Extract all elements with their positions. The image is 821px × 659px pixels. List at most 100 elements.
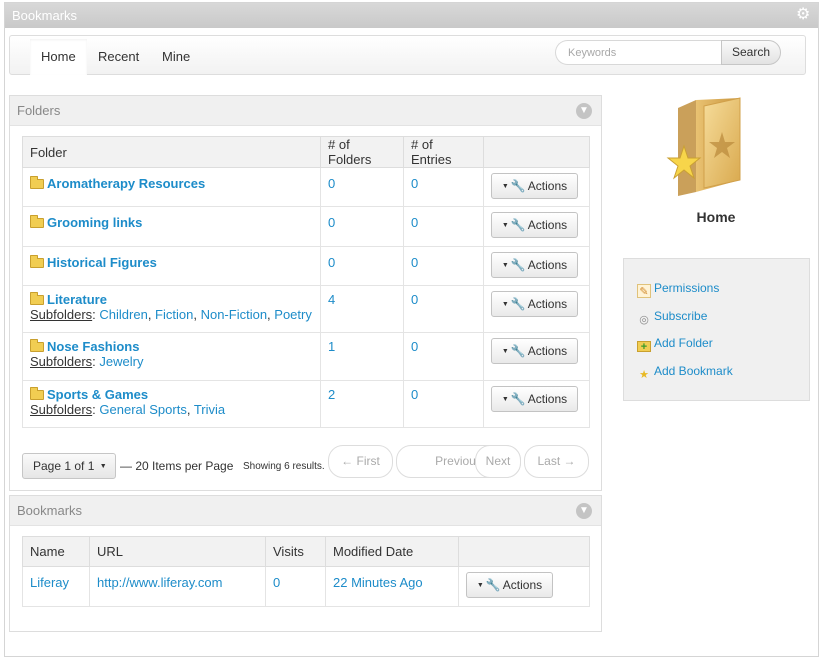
wrench-icon: 🔧 xyxy=(510,344,526,358)
folder-link[interactable]: Aromatherapy Resources xyxy=(47,176,205,191)
folders-count-link[interactable]: 1 xyxy=(328,339,335,354)
folder-cell: Nose Fashions Subfolders: Jewelry xyxy=(22,332,321,381)
folders-count-link[interactable]: 4 xyxy=(328,292,335,307)
folders-count-link[interactable]: 0 xyxy=(328,255,335,270)
subfolder-link[interactable]: Jewelry xyxy=(99,354,143,369)
folders-count-cell: 4 xyxy=(320,285,404,333)
entries-count-link[interactable]: 0 xyxy=(411,339,418,354)
permissions-link[interactable]: ✎ Permissions xyxy=(637,281,719,298)
actions-button[interactable]: ▼ 🔧 Actions xyxy=(491,291,578,317)
subfolders-label: Subfolders xyxy=(30,307,93,322)
subfolder-link[interactable]: Children xyxy=(99,307,147,322)
folders-count-cell: 0 xyxy=(320,246,404,286)
column-header-num-folders: # of Folders xyxy=(320,136,404,168)
tab-mine[interactable]: Mine xyxy=(151,39,201,75)
actions-label: Actions xyxy=(527,392,568,406)
search-button[interactable]: Search xyxy=(721,40,781,65)
chevron-down-icon[interactable]: ▼ xyxy=(576,503,592,519)
subfolder-link[interactable]: Poetry xyxy=(274,307,312,322)
search-input[interactable] xyxy=(555,40,722,65)
subfolder-separator: , xyxy=(186,402,194,417)
bookmark-name-link[interactable]: Liferay xyxy=(30,575,69,590)
portlet-title: Bookmarks xyxy=(12,8,78,23)
entries-count-link[interactable]: 0 xyxy=(411,255,418,270)
caret-down-icon: ▼ xyxy=(501,222,509,229)
folder-link[interactable]: Grooming links xyxy=(47,215,142,230)
subfolders-label: Subfolders xyxy=(30,402,93,417)
entries-count-cell: 0 xyxy=(403,380,484,428)
folder-link[interactable]: Sports & Games xyxy=(47,387,148,402)
actions-label: Actions xyxy=(527,258,568,272)
bookmark-name-cell: Liferay xyxy=(22,566,90,607)
folder-icon xyxy=(30,255,44,268)
folders-count-link[interactable]: 0 xyxy=(328,215,335,230)
folders-count-link[interactable]: 2 xyxy=(328,387,335,402)
actions-label: Actions xyxy=(502,578,543,592)
wrench-icon: 🔧 xyxy=(510,258,526,272)
actions-button[interactable]: ▼ 🔧 Actions xyxy=(466,572,553,598)
add-bookmark-icon: ★ xyxy=(639,369,649,381)
entries-count-link[interactable]: 0 xyxy=(411,215,418,230)
bookmarks-panel-header[interactable]: Bookmarks ▼ xyxy=(10,496,601,526)
folder-link[interactable]: Literature xyxy=(47,292,107,307)
wrench-icon: 🔧 xyxy=(510,179,526,193)
folder-link[interactable]: Historical Figures xyxy=(47,255,157,270)
tab-home[interactable]: Home xyxy=(30,39,87,75)
table-row: Literature Subfolders: Children, Fiction… xyxy=(22,285,590,333)
actions-button[interactable]: ▼ 🔧 Actions xyxy=(491,212,578,238)
entries-count-link[interactable]: 0 xyxy=(411,176,418,191)
gear-icon[interactable]: ⚙ xyxy=(796,7,812,23)
actions-button[interactable]: ▼ 🔧 Actions xyxy=(491,386,578,412)
caret-down-icon: ▼ xyxy=(501,396,509,403)
folder-star-icon xyxy=(666,97,741,196)
sidebar-actions: ✎ Permissions ◎ Subscribe + Add Folder ★ Add… xyxy=(623,258,810,401)
caret-down-icon: ▼ xyxy=(501,262,509,269)
entries-count-cell: 0 xyxy=(403,206,484,247)
folder-link[interactable]: Nose Fashions xyxy=(47,339,139,354)
actions-button[interactable]: ▼ 🔧 Actions xyxy=(491,338,578,364)
last-page-button[interactable]: Last → xyxy=(524,445,589,478)
folders-count-cell: 0 xyxy=(320,206,404,247)
folders-panel-header[interactable]: Folders ▼ xyxy=(10,96,601,126)
add-bookmark-link[interactable]: ★ Add Bookmark xyxy=(637,364,733,382)
column-header-url: URL xyxy=(89,536,266,567)
permissions-label: Permissions xyxy=(654,281,720,295)
folders-panel: Folders ▼ Folder # of Folders # of Entri… xyxy=(9,95,602,491)
portlet-titlebar: Bookmarks ⚙ xyxy=(5,3,818,28)
page-selector[interactable]: Page 1 of 1 ▼ xyxy=(22,453,116,479)
subfolder-link[interactable]: General Sports xyxy=(99,402,186,417)
subscribe-link[interactable]: ◎ Subscribe xyxy=(637,309,707,327)
bookmark-url-cell: http://www.liferay.com xyxy=(89,566,266,607)
wrench-icon: 🔧 xyxy=(510,392,526,406)
bookmark-visits-link[interactable]: 0 xyxy=(273,575,280,590)
bookmark-url-link[interactable]: http://www.liferay.com xyxy=(97,575,222,590)
folder-cell: Aromatherapy Resources xyxy=(22,167,321,207)
permissions-icon: ✎ xyxy=(637,284,651,298)
actions-button[interactable]: ▼ 🔧 Actions xyxy=(491,173,578,199)
folders-count-link[interactable]: 0 xyxy=(328,176,335,191)
folders-count-cell: 1 xyxy=(320,332,404,381)
add-folder-label: Add Folder xyxy=(654,336,713,350)
folder-icon xyxy=(30,292,44,305)
first-page-button[interactable]: ← First xyxy=(328,445,393,478)
subfolder-link[interactable]: Fiction xyxy=(155,307,193,322)
bookmark-modified-link[interactable]: 22 Minutes Ago xyxy=(333,575,423,590)
wrench-icon: 🔧 xyxy=(510,297,526,311)
actions-cell: ▼ 🔧 Actions xyxy=(483,332,590,381)
table-row: Sports & Games Subfolders: General Sport… xyxy=(22,380,590,428)
next-page-button[interactable]: Next xyxy=(475,445,521,478)
items-per-page[interactable]: — 20 Items per Page xyxy=(120,453,233,479)
chevron-down-icon[interactable]: ▼ xyxy=(576,103,592,119)
entries-count-link[interactable]: 0 xyxy=(411,387,418,402)
subfolder-link[interactable]: Non-Fiction xyxy=(201,307,267,322)
actions-button[interactable]: ▼ 🔧 Actions xyxy=(491,252,578,278)
bookmarks-panel: Bookmarks ▼ Name URL Visits Modified Dat… xyxy=(9,495,602,632)
entries-count-link[interactable]: 0 xyxy=(411,292,418,307)
actions-label: Actions xyxy=(527,179,568,193)
tab-recent[interactable]: Recent xyxy=(87,39,150,75)
add-folder-link[interactable]: + Add Folder xyxy=(637,336,713,353)
subfolder-separator: , xyxy=(193,307,201,322)
bookmarks-panel-title: Bookmarks xyxy=(17,503,83,518)
subfolder-link[interactable]: Trivia xyxy=(194,402,225,417)
add-folder-icon: + xyxy=(637,341,651,353)
